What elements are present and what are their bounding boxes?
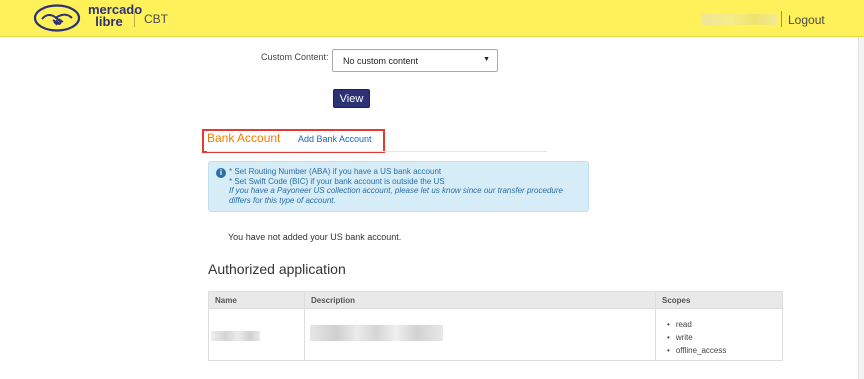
column-divider (655, 292, 656, 360)
scope-item: offline_access (667, 344, 727, 357)
custom-content-label: Custom Content: (261, 52, 329, 62)
column-header-description: Description (311, 296, 356, 305)
handshake-logo-icon[interactable] (33, 4, 81, 32)
brand-label: CBT (144, 12, 168, 26)
custom-content-selected-value: No custom content (343, 56, 419, 66)
info-alert: i * Set Routing Number (ABA) if you have… (208, 161, 589, 212)
view-button[interactable]: View (333, 89, 370, 108)
page-scrollbar[interactable] (858, 37, 864, 379)
table-header: Name Description Scopes (209, 292, 782, 309)
logout-link[interactable]: Logout (788, 13, 825, 27)
authorized-apps-table: Name Description Scopes read write offli… (208, 291, 783, 361)
header-divider (134, 11, 135, 27)
info-icon: i (216, 168, 226, 178)
dropdown-arrow-icon: ▼ (483, 56, 490, 63)
logo-wordmark: mercado libre (88, 2, 143, 29)
column-divider (304, 292, 305, 360)
column-header-scopes: Scopes (662, 296, 691, 305)
scope-item: write (667, 331, 726, 344)
info-line-differs: differs for this type of account. (229, 195, 336, 205)
user-name-redacted (701, 14, 778, 25)
column-header-name: Name (215, 296, 237, 305)
custom-content-select[interactable]: No custom content ▼ (332, 49, 498, 72)
scope-item: read (667, 318, 726, 331)
no-bank-account-notice: You have not added your US bank account. (228, 232, 402, 242)
scopes-list: read write offline_access (667, 318, 727, 357)
authorized-application-heading: Authorized application (208, 261, 346, 277)
info-text: * Set Routing Number (ABA) if you have a… (229, 167, 563, 205)
info-line-swift: * Set Swift Code (BIC) if your bank acco… (229, 176, 445, 186)
logout-divider (781, 11, 782, 27)
info-line-routing: * Set Routing Number (ABA) if you have a… (229, 167, 442, 176)
app-name-redacted (211, 331, 260, 341)
section-divider (207, 151, 547, 152)
top-bar: mercado libre CBT Logout (0, 0, 864, 37)
bank-account-title: Bank Account (207, 131, 281, 145)
add-bank-account-link[interactable]: Add Bank Account (298, 134, 372, 144)
app-description-redacted (310, 325, 443, 341)
info-line-payoneer: If you have a Payoneer US collection acc… (229, 186, 563, 195)
